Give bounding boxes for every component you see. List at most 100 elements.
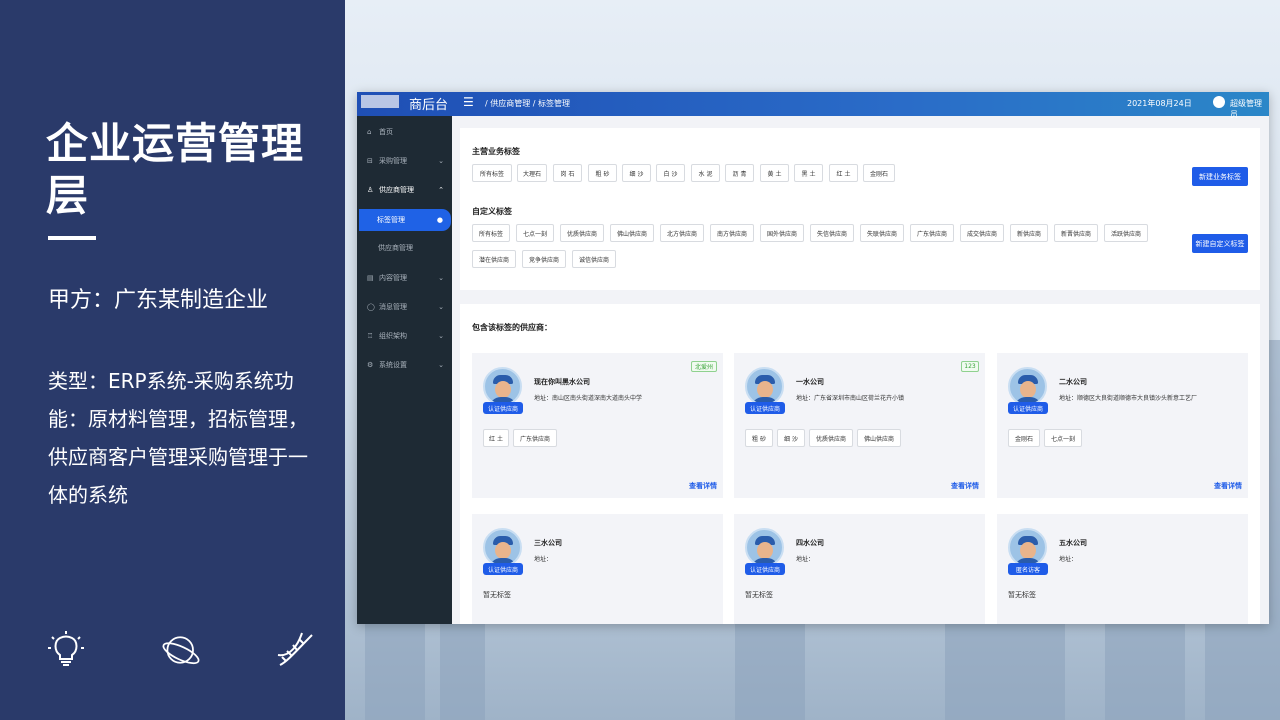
user-name[interactable]: 超级管理员 [1230, 98, 1269, 120]
supplier-card[interactable]: 认证供应商 二水公司 地址：顺德区大良街道顺德市大良镇沙头新意工艺厂 金刚石 七… [997, 353, 1248, 498]
app-logo-text: 商后台 [409, 98, 449, 113]
no-tags-text: 暂无标签 [1008, 591, 1036, 599]
header-date: 2021年08月24日 [1127, 99, 1192, 108]
supplier-region-badge: 123 [961, 361, 979, 372]
supplier-address: 地址： [534, 556, 553, 563]
custom-tag[interactable]: 广东供应商 [910, 224, 954, 242]
custom-tag[interactable]: 失信供应商 [810, 224, 854, 242]
decorative-icon-row [46, 630, 316, 670]
custom-tag[interactable]: 所有标签 [472, 224, 510, 242]
sidebar-item-purchase[interactable]: ⊟ 采购管理 ⌄ [357, 151, 452, 171]
view-details-link[interactable]: 查看详情 [689, 481, 717, 491]
sidebar-item-organization[interactable]: ♖ 组织架构 ⌄ [357, 326, 452, 346]
title-underline [48, 236, 96, 240]
supplier-card[interactable]: 匿名访客 五水公司 地址： 暂无标签 [997, 514, 1248, 624]
main-tag[interactable]: 黑 土 [794, 164, 823, 182]
view-details-link[interactable]: 查看详情 [1214, 481, 1242, 491]
custom-tag[interactable]: 活跃供应商 [1104, 224, 1148, 242]
custom-tag[interactable]: 竞争供应商 [522, 250, 566, 268]
supplier-name: 二水公司 [1059, 378, 1087, 386]
sidebar-item-content[interactable]: ▤ 内容管理 ⌄ [357, 268, 452, 288]
custom-tag[interactable]: 南方供应商 [710, 224, 754, 242]
custom-tag[interactable]: 潜在供应商 [472, 250, 516, 268]
sidebar-item-label: 标签管理 [377, 216, 405, 224]
supplier-tag: 金刚石 [1008, 429, 1040, 447]
planet-icon [161, 630, 201, 670]
custom-tag[interactable]: 国外供应商 [760, 224, 804, 242]
custom-tag[interactable]: 诚信供应商 [572, 250, 616, 268]
sidebar-item-settings[interactable]: ⚙ 系统设置 ⌄ [357, 355, 452, 375]
avatar-face [1020, 381, 1036, 398]
custom-tags-title: 自定义标签 [472, 207, 512, 216]
slide-title: 企业运营管理层 [46, 119, 305, 220]
custom-tag[interactable]: 成交供应商 [960, 224, 1004, 242]
app-header: 商后台 ☰ / 供应商管理 / 标签管理 2021年08月24日 超级管理员 [357, 92, 1269, 119]
supplier-card[interactable]: 认证供应商 三水公司 地址： 暂无标签 [472, 514, 723, 624]
main-tag[interactable]: 岗 石 [553, 164, 582, 182]
user-avatar-icon[interactable] [1213, 96, 1225, 108]
chevron-down-icon: ⌄ [438, 274, 444, 282]
sidebar-item-supplier[interactable]: ♙ 供应商管理 ⌃ [357, 180, 452, 200]
gear-icon: ⚙ [367, 361, 374, 369]
supplier-address: 地址： [1059, 556, 1078, 563]
anonymous-visitor-badge: 匿名访客 [1008, 563, 1048, 575]
view-details-link[interactable]: 查看详情 [951, 481, 979, 491]
chevron-down-icon: ⌄ [438, 361, 444, 369]
main-tag[interactable]: 粗 砂 [588, 164, 617, 182]
supplier-name: 三水公司 [534, 539, 562, 547]
sidebar-item-message[interactable]: ◯ 消息管理 ⌄ [357, 297, 452, 317]
main-tag[interactable]: 白 沙 [656, 164, 685, 182]
custom-tag[interactable]: 新供应商 [1010, 224, 1048, 242]
custom-tag[interactable]: 七点一刻 [516, 224, 554, 242]
custom-tag[interactable]: 新晋供应商 [1054, 224, 1098, 242]
tags-card: 主营业务标签 所有标签 大理石 岗 石 粗 砂 细 沙 白 沙 水 泥 沥 青 … [460, 128, 1260, 290]
main-tag[interactable]: 大理石 [517, 164, 547, 182]
project-description: 类型：ERP系统-采购系统功能：原材料管理，招标管理，供应商客户管理采购管理于一… [48, 369, 308, 507]
supplier-card[interactable]: 认证供应商 四水公司 地址： 暂无标签 [734, 514, 985, 624]
user-icon: ♙ [367, 186, 374, 194]
main-tag[interactable]: 黄 土 [760, 164, 789, 182]
supplier-avatar [1008, 528, 1047, 567]
custom-tag[interactable]: 佛山供应商 [610, 224, 654, 242]
supplier-tag: 细 沙 [777, 429, 805, 447]
sidebar-item-home[interactable]: ⌂ 首页 [357, 122, 452, 142]
supplier-card[interactable]: 认证供应商 一水公司 地址：广东省深圳市南山区荷兰花卉小镇 123 粗 砂 细 … [734, 353, 985, 498]
certification-badge: 认证供应商 [483, 563, 523, 575]
avatar-face [1020, 542, 1036, 559]
certification-badge: 认证供应商 [745, 402, 785, 414]
new-custom-tag-button[interactable]: 新建自定义标签 [1192, 234, 1248, 253]
supplier-tag: 粗 砂 [745, 429, 773, 447]
no-tags-text: 暂无标签 [483, 591, 511, 599]
new-business-tag-button[interactable]: 新建业务标签 [1192, 167, 1248, 186]
supplier-card[interactable]: 认证供应商 现在你叫黑水公司 地址：南山区南头街道深南大道南头中学 北爱州 红 … [472, 353, 723, 498]
left-info-panel: 企业运营管理层 甲方：广东某制造企业 类型：ERP系统-采购系统功能：原材料管理… [0, 0, 345, 720]
avatar-face [495, 542, 511, 559]
main-tag[interactable]: 细 沙 [622, 164, 651, 182]
menu-toggle-icon[interactable]: ☰ [463, 95, 474, 109]
sidebar-item-label: 内容管理 [379, 274, 407, 282]
sidebar-item-label: 组织架构 [379, 332, 407, 340]
supplier-avatar [745, 367, 784, 406]
sidebar-item-tag-management[interactable]: 标签管理 ● [359, 209, 451, 231]
custom-tag[interactable]: 失联供应商 [860, 224, 904, 242]
supplier-avatar [1008, 367, 1047, 406]
supplier-address: 地址：广东省深圳市南山区荷兰花卉小镇 [796, 395, 905, 402]
chevron-down-icon: ⌄ [438, 332, 444, 340]
certification-badge: 认证供应商 [745, 563, 785, 575]
main-tag[interactable]: 沥 青 [725, 164, 754, 182]
sidebar-item-supplier-management[interactable]: 供应商管理 [357, 238, 452, 258]
main-tag[interactable]: 红 土 [829, 164, 858, 182]
main-tag[interactable]: 所有标签 [472, 164, 512, 182]
message-icon: ◯ [367, 303, 375, 311]
main-tag[interactable]: 金刚石 [863, 164, 895, 182]
certification-badge: 认证供应商 [1008, 402, 1048, 414]
supplier-address: 地址：顺德区大良街道顺德市大良镇沙头新意工艺厂 [1059, 395, 1198, 402]
main-tag[interactable]: 水 泥 [691, 164, 720, 182]
chevron-down-icon: ⌄ [438, 303, 444, 311]
home-icon: ⌂ [367, 128, 372, 136]
supplier-address: 地址：南山区南头街道深南大道南头中学 [534, 395, 643, 402]
custom-tag[interactable]: 北方供应商 [660, 224, 704, 242]
app-screenshot: 商后台 ☰ / 供应商管理 / 标签管理 2021年08月24日 超级管理员 ⌂… [357, 92, 1269, 624]
certification-badge: 认证供应商 [483, 402, 523, 414]
custom-tag[interactable]: 优质供应商 [560, 224, 604, 242]
